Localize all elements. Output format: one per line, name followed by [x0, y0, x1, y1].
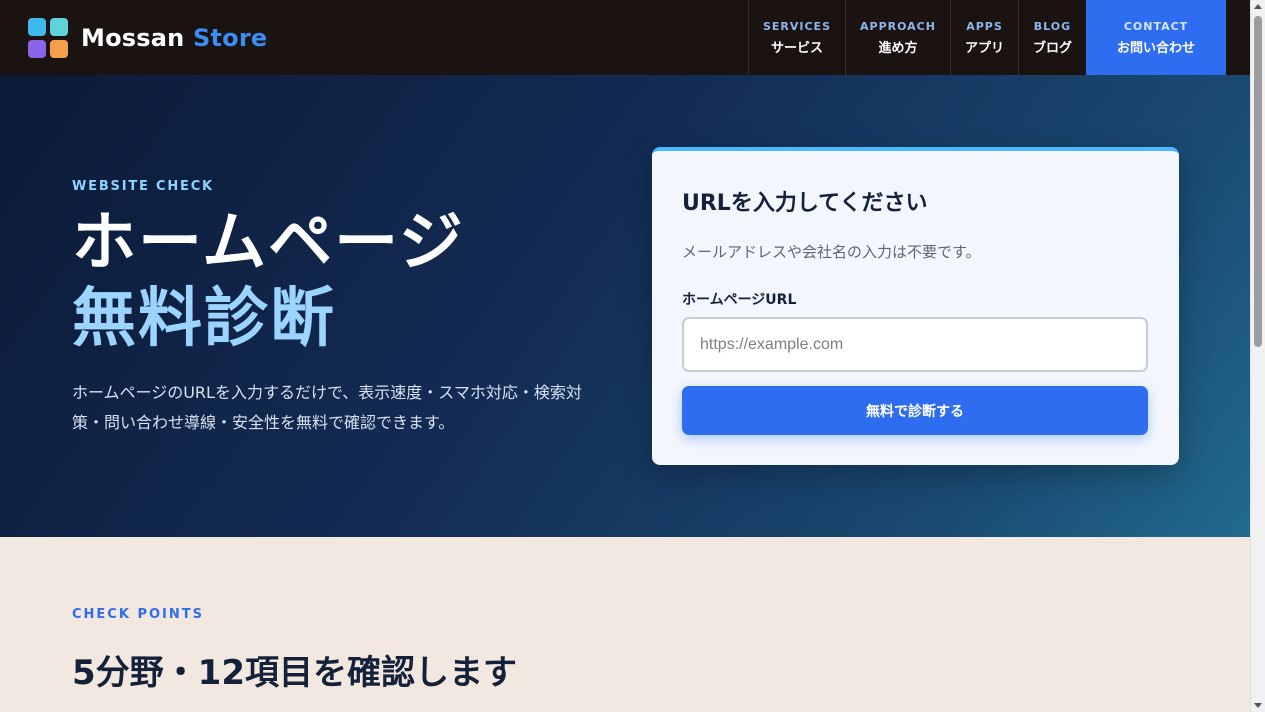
logo-name-main: Mossan [81, 23, 185, 52]
page-scrollbar[interactable] [1250, 0, 1265, 712]
form-subtitle: メールアドレスや会社名の入力は不要です。 [682, 243, 981, 261]
nav-item-en-label: SERVICES [762, 19, 831, 33]
url-input[interactable] [682, 317, 1148, 372]
nav-item-blog[interactable]: BLOG ブログ [1017, 0, 1086, 75]
site-header: Mossan Store SERVICES サービス APPROACH 進め方 … [0, 0, 1250, 75]
logo-tile-1 [28, 17, 46, 36]
form-title: URLを入力してください [682, 191, 928, 216]
nav-item-jp-label: お問い合わせ [1116, 40, 1195, 56]
hero-title-line1: ホームページ [72, 206, 465, 280]
nav-item-en-label: APPROACH [860, 19, 936, 33]
url-field-label: ホームページURL [682, 292, 797, 308]
scroll-up-arrow-icon[interactable] [1254, 4, 1262, 9]
nav-item-jp-label: アプリ [964, 40, 1004, 56]
hero-section: WEBSITE CHECK ホームページ 無料診断 ホームページのURLを入力す… [0, 75, 1250, 537]
scrollbar-thumb[interactable] [1254, 16, 1262, 347]
logo-tile-3 [28, 39, 46, 58]
nav-item-en-label: CONTACT [1123, 19, 1189, 33]
logo-tile-4 [50, 39, 68, 58]
logo-text: Mossan Store [81, 24, 267, 52]
nav-item-services[interactable]: SERVICES サービス [747, 0, 845, 75]
logo-icon [28, 17, 68, 58]
nav-item-approach[interactable]: APPROACH 進め方 [845, 0, 950, 75]
url-check-form: URLを入力してください メールアドレスや会社名の入力は不要です。 ホームページ… [652, 147, 1179, 465]
logo-name-accent: Store [193, 23, 268, 52]
nav-item-en-label: APPS [966, 19, 1003, 33]
check-points-eyebrow: CHECK POINTS [72, 607, 204, 622]
nav-item-apps[interactable]: APPS アプリ [949, 0, 1018, 75]
scroll-down-arrow-icon[interactable] [1254, 703, 1262, 708]
nav-item-jp-label: ブログ [1032, 40, 1072, 56]
diagnose-button[interactable]: 無料で診断する [682, 386, 1148, 435]
site-logo[interactable]: Mossan Store [28, 17, 267, 58]
hero-eyebrow: WEBSITE CHECK [72, 179, 214, 194]
nav-item-jp-label: サービス [770, 40, 823, 56]
main-nav: SERVICES サービス APPROACH 進め方 APPS アプリ BLOG… [747, 0, 1226, 75]
nav-contact-button[interactable]: CONTACT お問い合わせ [1086, 0, 1226, 75]
nav-item-en-label: BLOG [1033, 19, 1072, 33]
logo-tile-2 [50, 17, 68, 36]
nav-item-jp-label: 進め方 [878, 40, 918, 56]
check-points-section: CHECK POINTS 5分野・12項目を確認します [0, 537, 1250, 712]
hero-title-line2: 無料診断 [72, 282, 336, 356]
check-points-title: 5分野・12項目を確認します [72, 653, 517, 693]
hero-description: ホームページのURLを入力するだけで、表示速度・スマホ対応・検索対策・問い合わせ… [72, 383, 582, 432]
